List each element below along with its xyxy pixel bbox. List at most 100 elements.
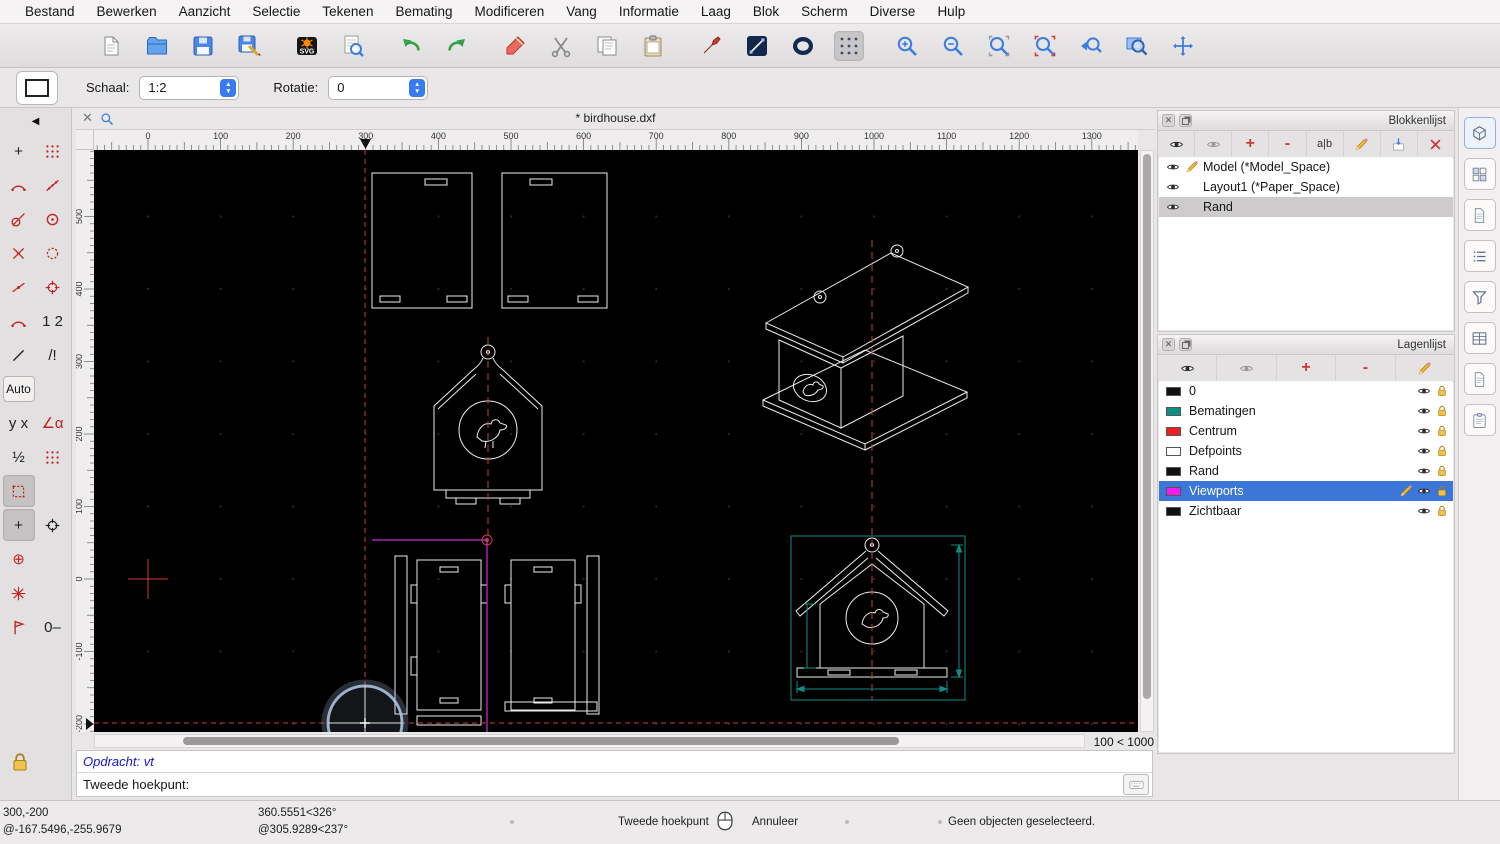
layer-row[interactable]: Viewports [1159, 481, 1453, 501]
layer-visibility-toggle[interactable] [1417, 484, 1431, 498]
grid-points-button[interactable] [37, 441, 69, 473]
save-file-button[interactable] [188, 31, 218, 61]
ellipse-tool-button[interactable] [788, 31, 818, 61]
hide-all-layers-button[interactable] [1217, 355, 1277, 381]
menu-bemating[interactable]: Bemating [384, 4, 463, 19]
toggle-notes-button[interactable] [1463, 363, 1496, 395]
menu-aanzicht[interactable]: Aanzicht [168, 4, 242, 19]
grid-toggle-button[interactable] [834, 30, 864, 61]
tool-circle-plus-button[interactable]: ⊕ [3, 543, 35, 575]
edit-block-icon[interactable] [1183, 160, 1201, 174]
unit-fraction-button[interactable]: ½ [3, 441, 35, 473]
rename-block-button[interactable]: a|b [1307, 131, 1344, 157]
toggle-command-history-button[interactable] [1463, 199, 1496, 231]
add-block-button[interactable]: + [1232, 131, 1270, 157]
snap-perpendicular-button[interactable] [3, 203, 35, 235]
tool-rays-button[interactable] [3, 577, 35, 609]
layer-visibility-toggle[interactable] [1417, 424, 1431, 438]
zoom-previous-button[interactable] [1076, 31, 1106, 61]
draw-highlight-button[interactable] [500, 31, 530, 61]
auto-snap-button[interactable]: Auto [2, 376, 35, 402]
toggle-layer-list-button[interactable] [1463, 240, 1496, 272]
vertical-scrollbar-thumb[interactable] [1143, 154, 1151, 699]
insert-block-button[interactable] [1381, 131, 1418, 157]
command-options-button[interactable] [1123, 774, 1149, 795]
layer-lock-toggle[interactable] [1435, 444, 1449, 458]
toggle-property-editor-button[interactable] [1463, 322, 1496, 354]
snap-grid-button[interactable] [37, 135, 69, 167]
close-panel-icon[interactable]: ✕ [1162, 338, 1175, 351]
edit-layer-button[interactable] [1396, 355, 1454, 381]
layer-lock-toggle[interactable] [1435, 504, 1449, 518]
snap-distance-button[interactable] [37, 237, 69, 269]
toggle-selection-filter-button[interactable] [1463, 281, 1496, 313]
layer-lock-toggle[interactable] [1435, 464, 1449, 478]
menu-informatie[interactable]: Informatie [608, 4, 690, 19]
paste-button[interactable] [638, 31, 668, 61]
copy-button[interactable] [592, 31, 622, 61]
zoom-auto-button[interactable] [984, 31, 1014, 61]
menu-tekenen[interactable]: Tekenen [311, 4, 384, 19]
undo-button[interactable] [396, 31, 426, 61]
layer-row[interactable]: Centrum [1159, 421, 1453, 441]
vertical-scrollbar[interactable] [1140, 150, 1154, 732]
zoom-out-button[interactable] [938, 31, 968, 61]
tool-flag-button[interactable] [3, 611, 35, 643]
zoom-reference-button[interactable] [1030, 31, 1060, 61]
visibility-toggle[interactable] [1163, 160, 1183, 174]
toggle-block-list-button[interactable] [1463, 158, 1496, 190]
layer-visibility-toggle[interactable] [1417, 464, 1431, 478]
snap-coordinate-button[interactable] [37, 271, 69, 303]
show-all-layers-button[interactable] [1158, 355, 1218, 381]
snap-middle-button[interactable] [3, 271, 35, 303]
visibility-toggle[interactable] [1163, 200, 1183, 214]
select-region-button[interactable] [2, 475, 35, 507]
toggle-library-browser-button[interactable] [1463, 117, 1496, 149]
tool-zero-lock-button[interactable]: 0– [37, 611, 69, 643]
cut-button[interactable] [546, 31, 576, 61]
drawing-canvas[interactable] [94, 150, 1138, 732]
new-file-button[interactable] [96, 31, 126, 61]
layer-visibility-toggle[interactable] [1417, 444, 1431, 458]
snap-center-button[interactable] [37, 203, 69, 235]
snap-order-button[interactable]: 1 2 [37, 305, 69, 337]
restrict-nothing-button[interactable] [3, 305, 35, 337]
horizontal-scrollbar-thumb[interactable] [183, 737, 899, 745]
palette-back-button[interactable]: ◀ [0, 108, 71, 134]
horizontal-scrollbar[interactable] [94, 734, 1085, 748]
float-panel-icon[interactable] [1179, 114, 1192, 127]
layer-row[interactable]: Bematingen [1159, 401, 1453, 421]
pen-tool-button[interactable] [696, 31, 726, 61]
save-as-button[interactable] [234, 31, 264, 61]
layer-lock-toggle[interactable] [1435, 424, 1449, 438]
snap-endpoint-button[interactable] [3, 169, 35, 201]
menu-selectie[interactable]: Selectie [241, 4, 311, 19]
menu-diverse[interactable]: Diverse [859, 4, 927, 19]
block-row[interactable]: Layout1 (*Paper_Space) [1159, 177, 1453, 197]
snap-filter-button[interactable] [3, 339, 35, 371]
block-row[interactable]: Model (*Model_Space) [1159, 157, 1453, 177]
menu-vang[interactable]: Vang [555, 4, 608, 19]
toggle-clipboard-panel-button[interactable] [1463, 404, 1496, 436]
layer-row[interactable]: 0 [1159, 381, 1453, 401]
visibility-toggle[interactable] [1163, 180, 1183, 194]
layer-lock-toggle[interactable] [1435, 484, 1449, 498]
add-layer-button[interactable]: + [1277, 355, 1337, 381]
layer-visibility-toggle[interactable] [1417, 384, 1431, 398]
menu-bestand[interactable]: Bestand [14, 4, 86, 19]
open-file-button[interactable] [142, 31, 172, 61]
hide-all-blocks-button[interactable] [1195, 131, 1233, 157]
remove-layer-button[interactable]: - [1336, 355, 1396, 381]
command-input[interactable] [189, 775, 1123, 795]
menu-laag[interactable]: Laag [690, 4, 742, 19]
snap-exclude-button[interactable]: /! [37, 339, 69, 371]
layer-visibility-toggle[interactable] [1417, 404, 1431, 418]
tool-crosshair-button[interactable] [37, 509, 69, 541]
layer-visibility-toggle[interactable] [1417, 504, 1431, 518]
menu-hulp[interactable]: Hulp [926, 4, 976, 19]
viewport-mode-button[interactable] [16, 70, 58, 105]
menu-scherm[interactable]: Scherm [790, 4, 859, 19]
close-panel-icon[interactable]: ✕ [1162, 114, 1175, 127]
layer-row[interactable]: Defpoints [1159, 441, 1453, 461]
menu-modificeren[interactable]: Modificeren [464, 4, 556, 19]
